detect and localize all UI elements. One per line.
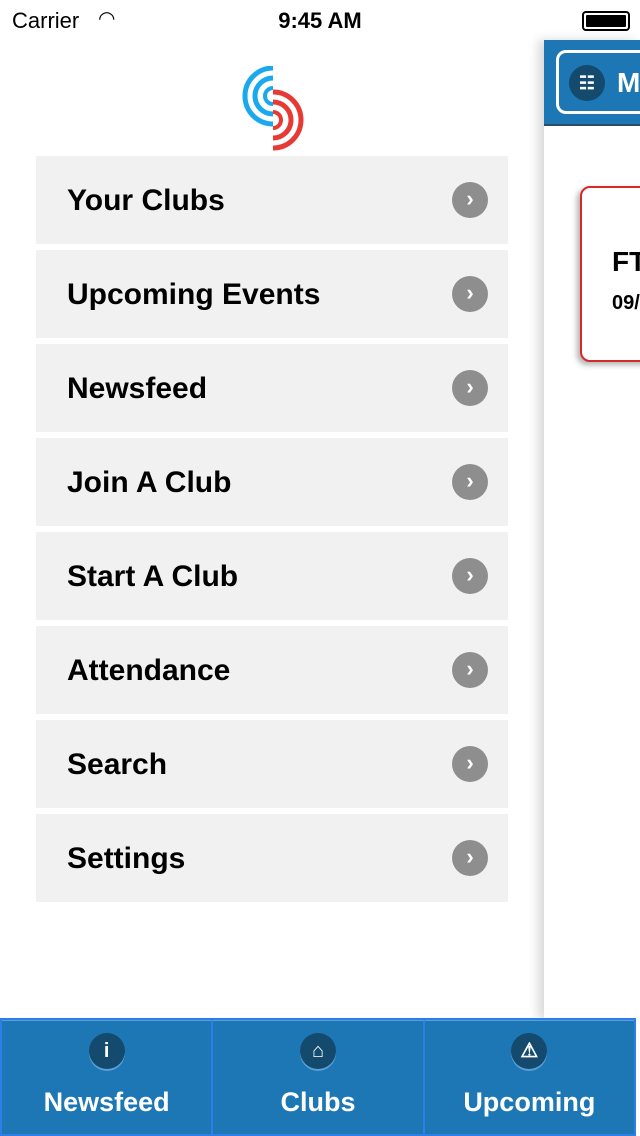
menu-item-label: Your Clubs: [67, 184, 225, 217]
menu-item-your-clubs[interactable]: Your Clubs ›: [36, 156, 508, 244]
warning-icon: ⚠: [511, 1033, 548, 1069]
menu-item-label: Upcoming Events: [67, 278, 321, 311]
menu-item-search[interactable]: Search ›: [36, 720, 508, 808]
menu-button-label: M: [617, 67, 640, 98]
chevron-right-icon: ›: [452, 276, 488, 312]
chevron-right-icon: ›: [452, 746, 488, 782]
menu-item-label: Newsfeed: [67, 372, 208, 405]
menu-item-label: Search: [67, 748, 168, 781]
clock: 9:45 AM: [278, 8, 362, 33]
menu-button[interactable]: ☷ M: [556, 50, 640, 114]
tab-newsfeed[interactable]: i Newsfeed: [2, 1020, 214, 1134]
chevron-right-icon: ›: [452, 370, 488, 406]
app-logo: [242, 66, 304, 151]
menu-item-newsfeed[interactable]: Newsfeed ›: [36, 344, 508, 432]
content-header: ☷ M: [544, 40, 640, 126]
card-date: 09/: [612, 292, 640, 314]
status-bar: Carrier ◠ 9:45 AM: [0, 0, 640, 40]
menu-item-label: Join A Club: [67, 466, 232, 499]
card-title: FT: [612, 246, 640, 277]
menu-item-settings[interactable]: Settings ›: [36, 814, 508, 902]
grid-icon: ☷: [569, 65, 605, 101]
menu-item-join-a-club[interactable]: Join A Club ›: [36, 438, 508, 526]
main-content-panel[interactable]: ☷ M FT 09/: [544, 40, 640, 1020]
tab-label: Clubs: [280, 1087, 356, 1117]
tab-upcoming[interactable]: ⚠ Upcoming: [424, 1020, 634, 1134]
event-card[interactable]: FT 09/: [580, 186, 640, 362]
tab-label: Upcoming: [463, 1087, 596, 1117]
chevron-right-icon: ›: [452, 652, 488, 688]
chevron-right-icon: ›: [452, 464, 488, 500]
menu-item-upcoming-events[interactable]: Upcoming Events ›: [36, 250, 508, 338]
tab-label: Newsfeed: [43, 1087, 170, 1117]
chevron-right-icon: ›: [452, 182, 488, 218]
tab-clubs[interactable]: ⌂ Clubs: [213, 1020, 425, 1134]
chevron-right-icon: ›: [452, 558, 488, 594]
tab-bar: i Newsfeed ⌂ Clubs ⚠ Upcoming: [0, 1018, 636, 1136]
menu-item-start-a-club[interactable]: Start A Club ›: [36, 532, 508, 620]
home-icon: ⌂: [299, 1033, 336, 1069]
menu-item-label: Start A Club: [67, 560, 239, 593]
side-menu: Your Clubs › Upcoming Events › Newsfeed › J…: [36, 156, 508, 908]
menu-item-label: Settings: [67, 842, 186, 875]
menu-item-attendance[interactable]: Attendance ›: [36, 626, 508, 714]
info-icon: i: [88, 1033, 125, 1069]
chevron-right-icon: ›: [452, 840, 488, 876]
menu-item-label: Attendance: [67, 654, 231, 687]
battery-icon: [582, 11, 630, 31]
